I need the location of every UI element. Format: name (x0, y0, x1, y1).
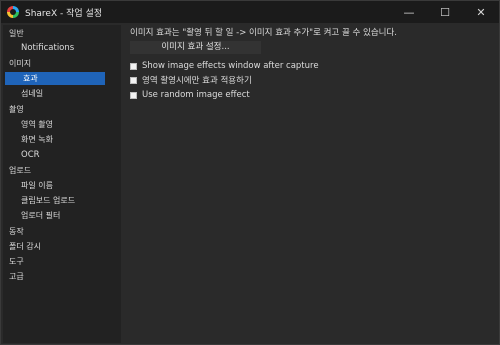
sidebar-item-tools[interactable]: 도구 (3, 255, 121, 268)
sidebar-item-thumbnail[interactable]: 섬네일 (3, 87, 121, 100)
image-effects-settings-button[interactable]: 이미지 효과 설정... (130, 41, 261, 54)
sidebar-item-region-capture[interactable]: 영역 촬영 (3, 118, 121, 131)
title-bar[interactable]: ShareX - 작업 설정 — ☐ ✕ (1, 1, 499, 23)
sidebar-item-screen-recorder[interactable]: 화면 녹화 (3, 133, 121, 146)
region-capture-only-label: 영역 촬영시에만 효과 적용하기 (142, 76, 252, 86)
sidebar-item-advanced[interactable]: 고급 (3, 270, 121, 283)
region-capture-only-checkbox[interactable] (130, 76, 137, 84)
show-effects-window-label: Show image effects window after capture (142, 61, 319, 71)
sidebar-item-file-naming[interactable]: 파일 이름 (3, 179, 121, 192)
show-effects-window-checkbox[interactable] (130, 62, 137, 70)
settings-sidebar: 일반 Notifications 이미지 효과 섬네일 촬영 영역 촬영 화면 … (3, 25, 121, 343)
random-effect-checkbox[interactable] (130, 91, 137, 99)
settings-window: ShareX - 작업 설정 — ☐ ✕ 일반 Notifications 이미… (0, 0, 500, 345)
region-capture-only-option[interactable]: 영역 촬영시에만 효과 적용하기 (130, 74, 252, 86)
settings-content: 이미지 효과는 "촬영 뒤 할 일 -> 이미지 효과 추가"로 켜고 끌 수 … (123, 25, 499, 343)
minimize-button[interactable]: — (391, 1, 427, 23)
maximize-button[interactable]: ☐ (427, 1, 463, 23)
show-effects-window-option[interactable]: Show image effects window after capture (130, 60, 319, 72)
sharex-logo-icon (7, 6, 19, 18)
sidebar-item-general[interactable]: 일반 (3, 27, 121, 40)
sidebar-item-effects[interactable]: 효과 (5, 72, 105, 85)
sidebar-item-watch-folders[interactable]: 폴더 감시 (3, 240, 121, 253)
random-effect-option[interactable]: Use random image effect (130, 89, 250, 101)
window-controls: — ☐ ✕ (391, 1, 499, 23)
random-effect-label: Use random image effect (142, 90, 250, 100)
sidebar-item-notifications[interactable]: Notifications (3, 42, 121, 55)
window-title: ShareX - 작업 설정 (25, 8, 103, 19)
sidebar-item-capture[interactable]: 촬영 (3, 103, 121, 116)
sidebar-item-actions[interactable]: 동작 (3, 225, 121, 238)
sidebar-item-upload[interactable]: 업로드 (3, 164, 121, 177)
sidebar-item-clipboard-upload[interactable]: 클립보드 업로드 (3, 194, 121, 207)
close-button[interactable]: ✕ (463, 1, 499, 23)
sidebar-item-ocr[interactable]: OCR (3, 149, 121, 162)
effects-hint-text: 이미지 효과는 "촬영 뒤 할 일 -> 이미지 효과 추가"로 켜고 끌 수 … (130, 28, 397, 38)
sidebar-item-image[interactable]: 이미지 (3, 57, 121, 70)
sidebar-item-uploader-filters[interactable]: 업로더 필터 (3, 209, 121, 222)
